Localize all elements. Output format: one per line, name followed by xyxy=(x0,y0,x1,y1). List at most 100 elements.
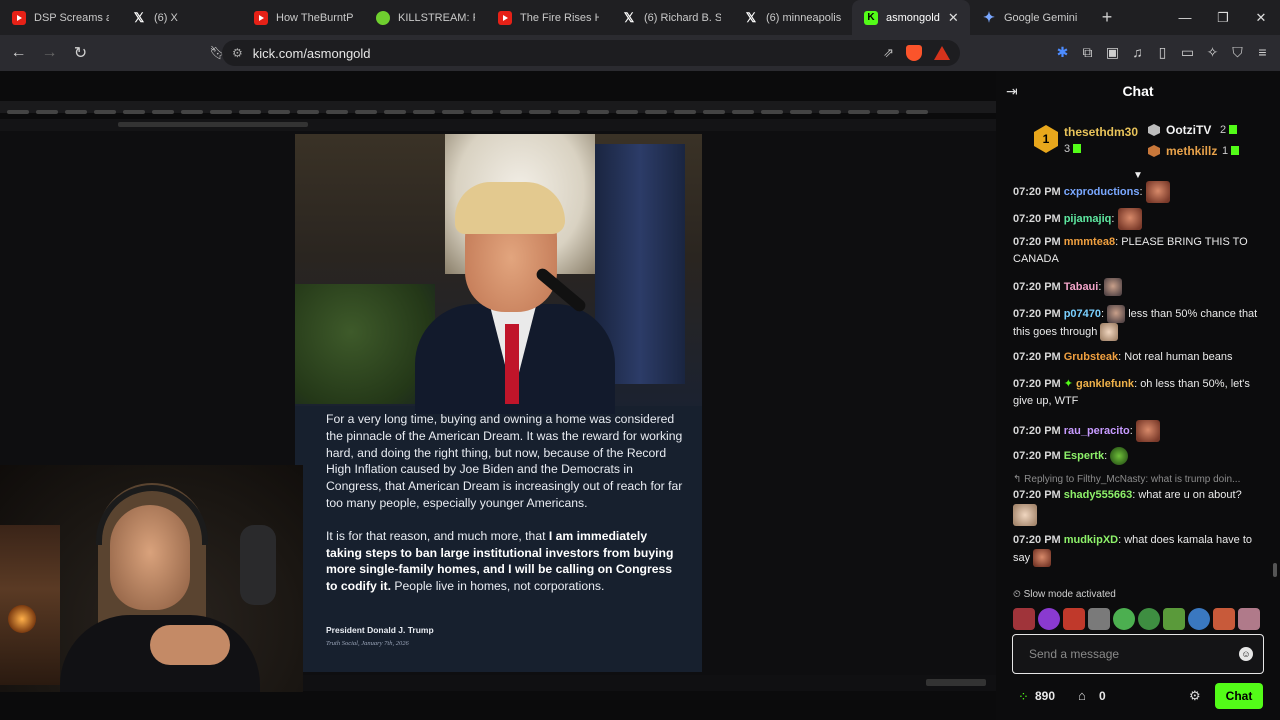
tab-burntpeanut[interactable]: How TheBurntPea xyxy=(242,0,364,35)
chat-panel: ⇥ Chat 1 thesethdm30 3 OotziTV 2 methkil… xyxy=(996,71,1280,720)
leaderboard-count: 3 xyxy=(1064,143,1082,155)
tab-title: (6) X xyxy=(154,11,178,24)
emoji-picker-icon[interactable]: ☺ xyxy=(1239,647,1253,661)
brave-shields-icon[interactable] xyxy=(906,45,922,61)
stream-player[interactable]: For a very long time, buying and owning … xyxy=(0,71,996,720)
vpn-icon[interactable]: ⛉ xyxy=(1228,41,1247,63)
message-user[interactable]: pijamajiq xyxy=(1064,213,1112,225)
emote-icon[interactable] xyxy=(1213,608,1235,630)
message-time: 07:20 PM xyxy=(1013,351,1061,363)
chat-message: 07:20 PM Espertk: xyxy=(1013,447,1269,465)
emote-icon[interactable] xyxy=(1238,608,1260,630)
tab-gemini[interactable]: ✦ Google Gemini xyxy=(970,0,1092,35)
chat-message-input[interactable]: Send a message ☺ xyxy=(1012,634,1264,674)
emote-icon[interactable] xyxy=(1088,608,1110,630)
leaderboard-count: 2 xyxy=(1220,124,1238,136)
chat-message: 07:20 PM Grubsteak: Not real human beans xyxy=(1013,351,1233,363)
message-user[interactable]: mmmtea8 xyxy=(1064,236,1115,248)
tab-dsp[interactable]: DSP Screams at Hi xyxy=(0,0,120,35)
leaderboard-user[interactable]: thesethdm30 xyxy=(1064,125,1138,139)
new-tab-button[interactable]: + xyxy=(1092,7,1122,28)
menu-icon[interactable]: ≡ xyxy=(1253,41,1272,63)
tab-title: KILLSTREAM: R xyxy=(398,11,475,24)
reply-context[interactable]: ↰ Replying to Filthy_McNasty: what is tr… xyxy=(1013,471,1269,488)
message-time: 07:20 PM xyxy=(1013,236,1061,248)
chat-scrollbar[interactable] xyxy=(1273,563,1277,577)
send-chat-button[interactable]: Chat xyxy=(1215,683,1263,709)
tab-fire-rises[interactable]: The Fire Rises HO xyxy=(486,0,610,35)
post-body: For a very long time, buying and owning … xyxy=(326,411,686,611)
channel-points-icon[interactable]: ⁘ xyxy=(1018,689,1032,704)
store-icon[interactable]: ⌂ xyxy=(1078,688,1092,703)
share-icon[interactable]: ⇗ xyxy=(883,45,894,61)
emote-icon[interactable] xyxy=(1138,608,1160,630)
sidebar-icon[interactable]: ▯ xyxy=(1153,41,1172,63)
wallet-icon[interactable]: ▭ xyxy=(1178,41,1197,63)
gear-icon[interactable]: ⚙ xyxy=(1189,688,1201,704)
rank-3-badge xyxy=(1148,145,1160,157)
leaderboard-user[interactable]: OotziTV xyxy=(1166,123,1211,137)
emote-icon[interactable] xyxy=(1013,608,1035,630)
tab-title: (6) Richard B. Spe xyxy=(644,11,721,24)
youtube-icon xyxy=(254,10,268,25)
message-user[interactable]: cxproductions xyxy=(1064,186,1140,198)
message-user[interactable]: Tabaui xyxy=(1064,281,1099,293)
tab-minneapolis[interactable]: 𝕏 (6) minneapolis sh xyxy=(732,0,852,35)
emote-icon[interactable] xyxy=(1038,608,1060,630)
restore-icon[interactable]: ❐ xyxy=(1204,10,1242,26)
extension-icon[interactable]: ✱ xyxy=(1053,41,1072,63)
back-icon[interactable]: ← xyxy=(6,41,31,66)
tab-x[interactable]: 𝕏 (6) X xyxy=(120,0,242,35)
rumble-icon xyxy=(376,10,390,25)
close-window-icon[interactable]: ✕ xyxy=(1242,10,1280,26)
emote-icon[interactable] xyxy=(1188,608,1210,630)
sparkle-badge-icon: ✦ xyxy=(1063,378,1073,390)
reload-icon[interactable]: ↻ xyxy=(68,41,93,66)
slow-mode-notice: ⏲ Slow mode activated xyxy=(1013,589,1116,600)
site-info-icon[interactable]: ⚙ xyxy=(232,46,243,60)
leaderboard-user[interactable]: methkillz xyxy=(1166,144,1217,158)
screenshot-icon[interactable]: ▣ xyxy=(1103,41,1122,63)
message-user[interactable]: rau_peracito xyxy=(1064,425,1130,437)
address-bar[interactable]: ⚙ kick.com/asmongold ⇗ xyxy=(222,40,960,66)
message-time: 07:20 PM xyxy=(1013,534,1061,546)
media-icon[interactable]: ♫ xyxy=(1128,41,1147,63)
store-count: 0 xyxy=(1099,689,1106,703)
message-user[interactable]: p07470 xyxy=(1064,308,1101,320)
message-user[interactable]: ganklefunk xyxy=(1076,378,1134,390)
close-icon[interactable]: ✕ xyxy=(948,10,959,26)
shared-screen-urlbar xyxy=(0,119,996,131)
emote-icon[interactable] xyxy=(1163,608,1185,630)
message-user[interactable]: shady555663 xyxy=(1064,489,1133,501)
post-paragraph-2: It is for that reason, and much more, th… xyxy=(326,528,674,594)
emote-icon[interactable] xyxy=(1063,608,1085,630)
emote-icon[interactable] xyxy=(1113,608,1135,630)
message-user[interactable]: Grubsteak xyxy=(1064,351,1118,363)
puzzle-icon[interactable]: ⧉ xyxy=(1078,41,1097,63)
brave-rewards-icon[interactable] xyxy=(934,46,950,60)
gift-icon xyxy=(1231,146,1240,155)
emote-icon xyxy=(1110,447,1129,465)
emote-icon xyxy=(1135,420,1160,442)
tab-richard-spencer[interactable]: 𝕏 (6) Richard B. Spe xyxy=(610,0,732,35)
leo-icon[interactable]: ✧ xyxy=(1203,41,1222,63)
truth-social-post-image: For a very long time, buying and owning … xyxy=(295,134,702,672)
message-user[interactable]: mudkipXD xyxy=(1064,534,1118,546)
chat-messages: 07:20 PM cxproductions: 07:20 PM pijamajiq… xyxy=(1013,181,1269,627)
tab-killstream[interactable]: KILLSTREAM: R xyxy=(364,0,486,35)
forward-icon[interactable]: → xyxy=(37,41,62,66)
emote-icon xyxy=(1107,305,1126,323)
message-user[interactable]: Espertk xyxy=(1064,450,1104,462)
post-paragraph-1: For a very long time, buying and owning … xyxy=(326,412,683,510)
url-text: kick.com/asmongold xyxy=(252,45,371,61)
tab-title: asmongold xyxy=(886,11,940,24)
tab-asmongold[interactable]: K asmongold ✕ xyxy=(852,0,970,35)
message-time: 07:20 PM xyxy=(1013,449,1061,462)
x-icon: 𝕏 xyxy=(745,9,757,25)
pinned-arrow-icon[interactable]: ▼ xyxy=(1131,170,1145,181)
x-icon: 𝕏 xyxy=(133,9,145,25)
minimize-icon[interactable]: — xyxy=(1166,10,1204,26)
message-text: what are u on about? xyxy=(1138,489,1242,501)
chat-message: 07:20 PM mudkipXD: what does kamala have … xyxy=(1013,532,1269,567)
emote-icon xyxy=(1033,549,1052,567)
